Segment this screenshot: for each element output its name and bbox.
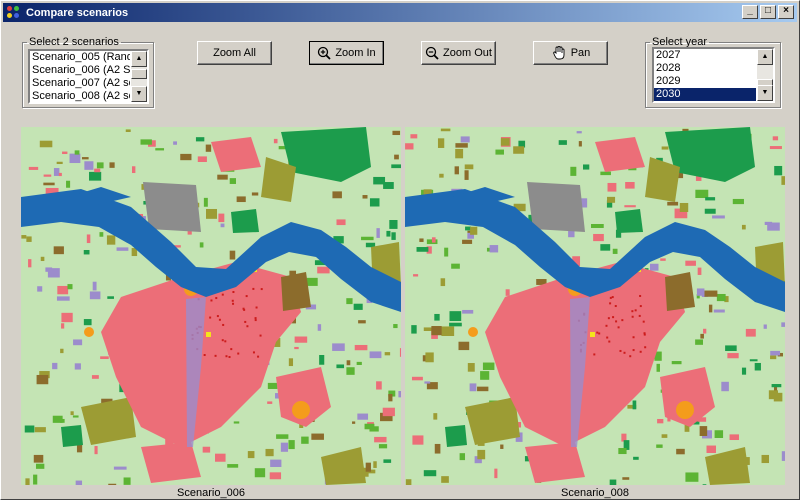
scenario-item[interactable]: Scenario_005 (Rand	[30, 51, 130, 64]
scroll-down-icon[interactable]: ▼	[131, 86, 147, 102]
scenario-scroll-thumb[interactable]	[131, 69, 147, 79]
right-map-label: Scenario_008	[561, 487, 629, 499]
close-button[interactable]: ×	[778, 5, 794, 19]
zoom-out-icon	[425, 46, 439, 60]
zoom-out-label: Zoom Out	[443, 47, 492, 59]
year-listbox[interactable]: 2027 2028 2029 2030 ▲ ▼	[652, 47, 775, 103]
window-title: Compare scenarios	[26, 6, 129, 19]
scroll-down-icon[interactable]: ▼	[757, 85, 773, 101]
pan-label: Pan	[570, 47, 591, 59]
scenario-listbox[interactable]: Scenario_005 (Rand Scenario_006 (A2 Sc S…	[28, 49, 149, 104]
title-bar[interactable]: Compare scenarios _ □ ×	[3, 3, 797, 22]
year-item[interactable]: 2029	[654, 75, 756, 88]
scenario-scrollbar[interactable]: ▲ ▼	[131, 51, 147, 102]
maximize-button[interactable]: □	[760, 5, 776, 19]
left-map-label: Scenario_006	[177, 487, 245, 499]
pan-button[interactable]: Pan	[533, 41, 608, 65]
window-controls: _ □ ×	[740, 5, 794, 19]
scroll-up-icon[interactable]: ▲	[131, 51, 147, 67]
pan-hand-icon	[552, 46, 565, 60]
scenario-item[interactable]: Scenario_006 (A2 Sc	[30, 64, 130, 77]
land-use-map[interactable]	[21, 127, 401, 485]
land-use-map[interactable]	[405, 127, 785, 485]
year-item[interactable]: 2027	[654, 49, 756, 62]
scenario-item[interactable]: Scenario_008 (A2 sc	[30, 90, 130, 102]
scenario-group-legend: Select 2 scenarios	[29, 36, 119, 48]
zoom-all-button[interactable]: Zoom All	[197, 41, 272, 65]
compare-window: Compare scenarios _ □ × Select 2 scenari…	[0, 0, 800, 500]
app-icon	[7, 5, 21, 20]
zoom-in-label: Zoom In	[335, 47, 376, 59]
zoom-all-label: Zoom All	[213, 47, 256, 59]
zoom-in-button[interactable]: Zoom In	[309, 41, 384, 65]
zoom-out-button[interactable]: Zoom Out	[421, 41, 496, 65]
scenario-map-right[interactable]	[405, 127, 785, 485]
year-scrollbar[interactable]: ▲ ▼	[757, 49, 773, 101]
year-item[interactable]: 2028	[654, 62, 756, 75]
zoom-in-icon	[318, 46, 331, 60]
scenario-item[interactable]: Scenario_007 (A2 sc	[30, 77, 130, 90]
year-item-selected[interactable]: 2030	[654, 88, 756, 101]
scroll-up-icon[interactable]: ▲	[757, 49, 773, 65]
minimize-button[interactable]: _	[742, 5, 758, 19]
scenario-map-left[interactable]	[21, 127, 401, 485]
